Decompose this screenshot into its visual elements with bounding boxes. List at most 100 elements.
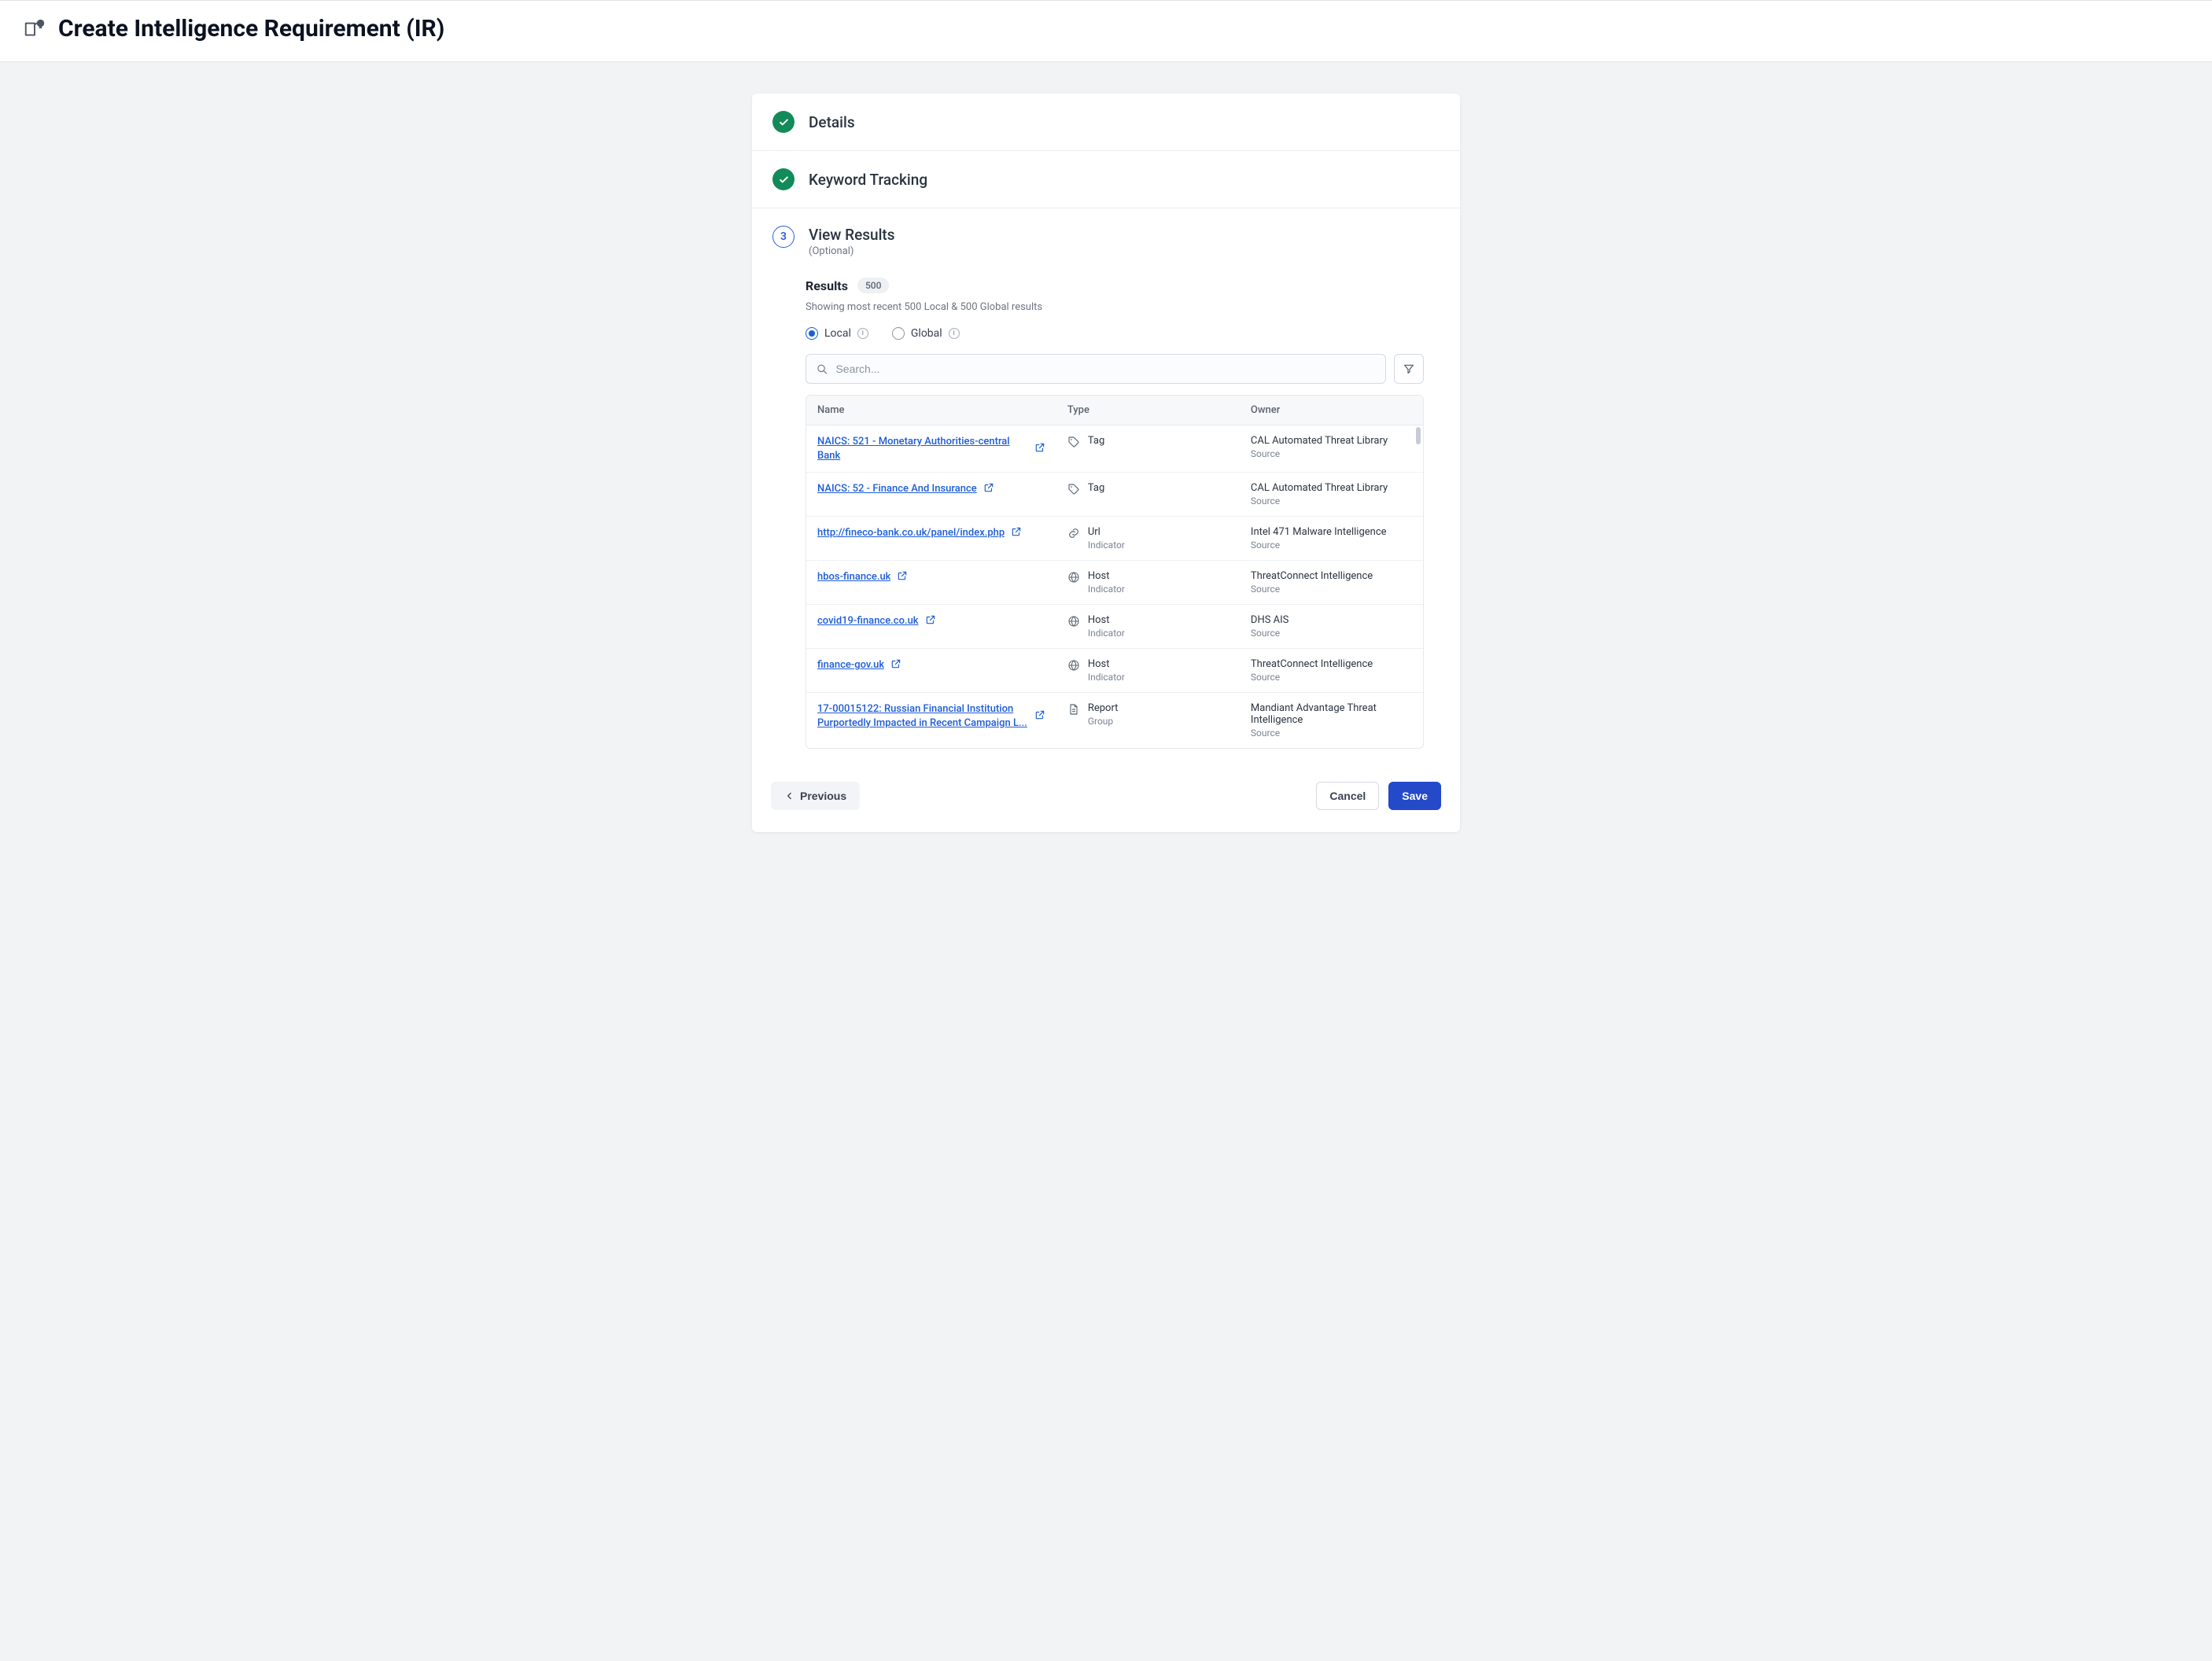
search-field[interactable] (806, 354, 1386, 384)
info-icon[interactable]: i (949, 328, 960, 339)
cell-owner: CAL Automated Threat LibrarySource (1240, 473, 1423, 516)
cell-type: Host Indicator (1056, 649, 1240, 692)
ir-icon (22, 17, 47, 41)
scope-radio-group: Local i Global i (806, 327, 1424, 340)
owner-label: ThreatConnect Intelligence (1251, 658, 1373, 670)
table-row: covid19-finance.co.uk Host Indicator DHS AI… (806, 605, 1423, 649)
cell-type: Tag (1056, 473, 1240, 516)
cell-type: HostIndicator (1056, 561, 1240, 604)
type-label: Tag (1088, 482, 1104, 494)
step-view-results: 3 View Results (Optional) (752, 208, 1460, 265)
result-name: NAICS: 52 - Finance And Insurance (817, 482, 977, 496)
col-header-name[interactable]: Name (806, 396, 1056, 425)
radio-label: Global (911, 327, 942, 340)
result-link[interactable]: finance-gov.uk (817, 658, 884, 672)
scrollbar-track[interactable] (1416, 427, 1421, 743)
type-label: Url (1088, 526, 1125, 538)
info-icon[interactable]: i (857, 328, 868, 339)
type-sublabel: Indicator (1088, 540, 1125, 551)
save-button[interactable]: Save (1388, 782, 1441, 810)
result-name: hbos-finance.uk (817, 570, 890, 584)
result-name: finance-gov.uk (817, 658, 884, 672)
tag-icon (1067, 483, 1080, 495)
external-link-icon[interactable] (925, 614, 936, 628)
scrollbar-thumb[interactable] (1416, 427, 1421, 444)
table-row: http://fineco-bank.co.uk/panel/index.php… (806, 517, 1423, 561)
result-link[interactable]: NAICS: 52 - Finance And Insurance (817, 482, 977, 496)
result-link[interactable]: NAICS: 521 - Monetary Authorities-centra… (817, 435, 1028, 462)
owner-sublabel: Source (1251, 448, 1280, 459)
type-label: Host (1088, 570, 1125, 582)
type-sublabel: Indicator (1088, 672, 1125, 683)
external-link-icon[interactable] (1034, 442, 1045, 456)
result-name: http://fineco-bank.co.uk/panel/index.php (817, 526, 1005, 540)
cell-type: Url Indicator (1056, 517, 1240, 560)
cell-owner: DHS AIS Source (1240, 605, 1423, 648)
result-link[interactable]: http://fineco-bank.co.uk/panel/index.php (817, 526, 1005, 540)
results-table: Name Type Owner NAICS: 521 - Monetary Au… (806, 395, 1424, 749)
radio-label: Local (824, 327, 851, 340)
radio-dot-icon (892, 327, 905, 340)
owner-label: DHS AIS (1251, 614, 1288, 626)
result-link[interactable]: covid19-finance.co.uk (817, 614, 919, 628)
cell-name: covid19-finance.co.uk (806, 605, 1056, 648)
table-row: NAICS: 521 - Monetary Authorities-centra… (806, 425, 1423, 473)
result-name: NAICS: 521 - Monetary Authorities-centra… (817, 435, 1028, 462)
page-header: Create Intelligence Requirement (IR) (0, 0, 2212, 62)
result-link[interactable]: 17-00015122: Russian Financial Instituti… (817, 702, 1028, 730)
filter-button[interactable] (1394, 354, 1424, 384)
cell-name: NAICS: 521 - Monetary Authorities-centra… (806, 425, 1056, 472)
scope-radio-global[interactable]: Global i (892, 327, 960, 340)
table-row: finance-gov.uk Host Indicator ThreatConnect… (806, 649, 1423, 693)
external-link-icon[interactable] (897, 570, 908, 584)
type-label: Tag (1088, 435, 1104, 447)
owner-label: CAL Automated Threat Library (1251, 482, 1388, 494)
owner-sublabel: Source (1251, 628, 1280, 639)
previous-button[interactable]: Previous (771, 782, 860, 810)
scope-radio-local[interactable]: Local i (806, 327, 868, 340)
result-name: 17-00015122: Russian Financial Instituti… (817, 702, 1028, 730)
cell-type: Host Indicator (1056, 605, 1240, 648)
owner-sublabel: Source (1251, 584, 1280, 595)
owner-label: ThreatConnect Intelligence (1251, 570, 1373, 582)
document-icon (1067, 703, 1080, 716)
table-row: hbos-finance.uk HostIndicator ThreatConnec… (806, 561, 1423, 605)
external-link-icon[interactable] (1034, 709, 1045, 724)
table-row: 17-00015122: Russian Financial Instituti… (806, 693, 1423, 748)
type-sublabel: Group (1088, 716, 1119, 727)
cell-type: ReportGroup (1056, 693, 1240, 748)
step-complete-icon (772, 111, 794, 133)
step-keyword-tracking[interactable]: Keyword Tracking (752, 151, 1460, 208)
owner-sublabel: Source (1251, 672, 1280, 683)
cell-name: finance-gov.uk (806, 649, 1056, 692)
external-link-icon[interactable] (1011, 526, 1022, 540)
button-label: Previous (800, 790, 846, 802)
search-input[interactable] (834, 362, 1376, 376)
step-body: Results 500 Showing most recent 500 Loca… (752, 265, 1460, 761)
external-link-icon[interactable] (890, 658, 901, 672)
owner-label: Mandiant Advantage Threat Intelligence (1251, 702, 1412, 726)
col-header-type[interactable]: Type (1056, 396, 1240, 425)
wizard-footer: Previous Cancel Save (752, 761, 1460, 832)
external-link-icon[interactable] (983, 482, 994, 496)
type-label: Host (1088, 614, 1125, 626)
owner-sublabel: Source (1251, 540, 1280, 551)
step-sublabel: (Optional) (809, 245, 895, 257)
col-header-owner[interactable]: Owner (1240, 396, 1423, 425)
owner-label: Intel 471 Malware Intelligence (1251, 526, 1387, 538)
type-label: Host (1088, 658, 1125, 670)
button-label: Save (1402, 790, 1428, 802)
result-link[interactable]: hbos-finance.uk (817, 570, 890, 584)
link-icon (1067, 527, 1080, 540)
owner-sublabel: Source (1251, 727, 1280, 738)
table-header: Name Type Owner (806, 396, 1423, 425)
cell-owner: ThreatConnect Intelligence Source (1240, 649, 1423, 692)
table-row: NAICS: 52 - Finance And Insurance Tag CAL … (806, 473, 1423, 517)
results-count-badge: 500 (857, 278, 889, 293)
page-title: Create Intelligence Requirement (IR) (58, 15, 444, 42)
cancel-button[interactable]: Cancel (1316, 782, 1379, 810)
step-number-badge: 3 (772, 226, 794, 248)
step-details[interactable]: Details (752, 94, 1460, 151)
type-sublabel: Indicator (1088, 628, 1125, 639)
tag-icon (1067, 436, 1080, 448)
